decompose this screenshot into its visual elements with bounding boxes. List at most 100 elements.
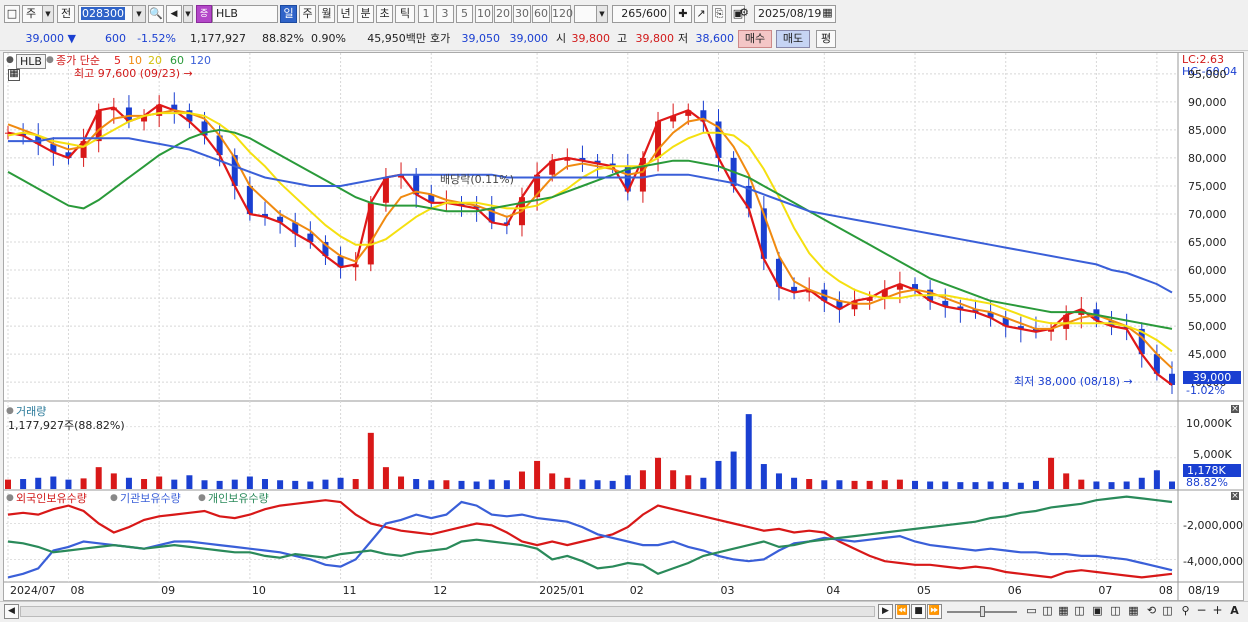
window-icon[interactable]: □	[4, 5, 20, 23]
zoom-search-icon[interactable]: ⚲	[1178, 604, 1193, 619]
period-tick-tab[interactable]: 틱	[395, 5, 415, 23]
interval-10[interactable]: 10	[475, 5, 493, 23]
period-month-tab[interactable]: 월	[318, 5, 335, 23]
layout-icon-7[interactable]: ▦	[1126, 604, 1141, 619]
volume-bar	[775, 473, 782, 489]
period-minute-tab[interactable]: 분	[357, 5, 374, 23]
interval-1[interactable]: 1	[418, 5, 434, 23]
ma-5-line	[7, 103, 1173, 386]
count-field[interactable]: 265/600	[612, 5, 670, 23]
volume-bar	[1108, 482, 1115, 489]
buy-button-label: 매수	[744, 32, 766, 45]
chart-canvas[interactable]	[4, 53, 1243, 600]
custom-interval-dropdown-icon[interactable]: ▼	[596, 5, 608, 23]
period-second-tab[interactable]: 초	[376, 5, 393, 23]
rewind-icon[interactable]: ⏪	[895, 604, 910, 619]
layers-icon[interactable]: ◫	[1160, 604, 1175, 619]
chart-area[interactable]: ● HLB ● 종가 단순 5 10 20 60 120 ▦ 최고 97,600…	[3, 52, 1244, 601]
current-volume-pct: 88.82%	[1186, 476, 1228, 489]
price-tick-label: 45,000	[1188, 348, 1227, 362]
code-dropdown-icon[interactable]: ▼	[132, 5, 146, 23]
x-tick-label: 08	[1158, 584, 1173, 597]
zoom-in-icon[interactable]: +	[1210, 604, 1225, 619]
ma-legend-title[interactable]: 종가 단순	[56, 54, 100, 67]
chevron-down-icon[interactable]: ▼	[42, 5, 54, 23]
close-icon[interactable]: ×	[1231, 405, 1239, 414]
layout-icon-4[interactable]: ◫	[1072, 604, 1087, 619]
price-tick-label: 65,000	[1188, 236, 1227, 250]
volume-bar	[760, 464, 767, 489]
period-week-tab[interactable]: 주	[299, 5, 316, 23]
volume-title[interactable]: 거래량	[16, 405, 46, 418]
layout-icon-2[interactable]: ◫	[1040, 604, 1055, 619]
sell-button[interactable]: 매도	[776, 30, 810, 48]
close-icon-2[interactable]: ×	[1231, 492, 1239, 501]
grid-toggle-icon[interactable]: ▦	[8, 69, 20, 81]
prev-button[interactable]: 전	[57, 5, 75, 23]
legend-foreign[interactable]: 외국인보유수량	[16, 492, 87, 505]
code-input[interactable]: 028300	[78, 5, 134, 23]
volume-bar	[382, 467, 389, 489]
reset-icon[interactable]: ⟲	[1144, 604, 1159, 619]
volume-bar	[367, 432, 374, 489]
volume-value-label: 1,177,927주(88.82%)	[8, 419, 125, 432]
font-size-icon[interactable]: A	[1227, 604, 1242, 619]
layout-icon[interactable]: ▭	[1024, 604, 1039, 619]
draw-icon[interactable]: ↗	[694, 5, 708, 23]
interval-5[interactable]: 5	[456, 5, 473, 23]
stock-name-label: HLB	[216, 7, 238, 20]
volume-bar	[1032, 480, 1039, 489]
layout-icon-3[interactable]: ▦	[1056, 604, 1071, 619]
interval-120[interactable]: 120	[551, 5, 573, 23]
gear-icon[interactable]: ⚙	[735, 5, 753, 23]
layout-icon-5[interactable]: ▣	[1090, 604, 1105, 619]
volume-bar	[458, 480, 465, 489]
interval-20[interactable]: 20	[494, 5, 512, 23]
stock-name-field[interactable]: HLB	[212, 5, 278, 23]
volume-bar	[881, 480, 888, 489]
legend-institution[interactable]: 기관보유수량	[120, 492, 181, 505]
volume-bar	[156, 476, 163, 489]
period-day-tab[interactable]: 일	[280, 5, 297, 23]
crosshair-icon[interactable]: ✚	[674, 5, 692, 23]
x-tick-label: 12	[433, 584, 448, 597]
speaker-icon[interactable]: ◀	[166, 5, 182, 23]
volume-bar	[231, 479, 238, 489]
scroll-right-icon[interactable]: ▶	[878, 604, 893, 619]
stock-tag[interactable]: HLB	[16, 54, 46, 69]
legend-individual[interactable]: 개인보유수량	[208, 492, 269, 505]
volume-bar	[791, 477, 798, 489]
toolbar: □ 주 ▼ 전 028300 ▼ 🔍 ◀ ▼ 증 HLB 일 주 월 년 분 초…	[0, 0, 1248, 29]
layout-icon-6[interactable]: ◫	[1108, 604, 1123, 619]
high-label: 고	[617, 32, 628, 45]
volume-bar	[246, 476, 253, 489]
high-note-text: 최고 97,600 (09/23)	[74, 67, 181, 80]
avg-button[interactable]: 평	[816, 30, 836, 48]
interval-1-label: 1	[422, 7, 430, 20]
interval-30[interactable]: 30	[513, 5, 531, 23]
prev-button-label: 전	[60, 7, 72, 20]
volume-bar	[549, 473, 556, 489]
horizontal-scrollbar[interactable]	[20, 606, 875, 617]
volume-bar	[639, 470, 646, 489]
volume-bar	[352, 479, 359, 489]
zoom-out-icon[interactable]: −	[1194, 604, 1209, 619]
pin-icon: ●	[6, 55, 14, 65]
volume-bar	[655, 457, 662, 489]
volume-bar	[1063, 473, 1070, 489]
period-year-tab[interactable]: 년	[337, 5, 354, 23]
calendar-icon[interactable]: ▦	[820, 5, 835, 23]
high-value: 39,800	[635, 32, 675, 45]
stop-icon[interactable]: ■	[911, 604, 926, 619]
price-tick-label: 60,000	[1188, 264, 1227, 278]
search-icon[interactable]: 🔍	[148, 5, 164, 23]
interval-3[interactable]: 3	[436, 5, 454, 23]
speaker-dropdown-icon[interactable]: ▼	[183, 5, 193, 23]
zoom-slider-handle[interactable]	[980, 606, 985, 617]
scroll-left-icon[interactable]: ◀	[4, 604, 19, 619]
volume-bar	[503, 480, 510, 489]
buy-button[interactable]: 매수	[738, 30, 772, 48]
interval-60[interactable]: 60	[532, 5, 550, 23]
print-icon[interactable]: ⎘	[712, 5, 726, 23]
forward-icon[interactable]: ⏩	[927, 604, 942, 619]
